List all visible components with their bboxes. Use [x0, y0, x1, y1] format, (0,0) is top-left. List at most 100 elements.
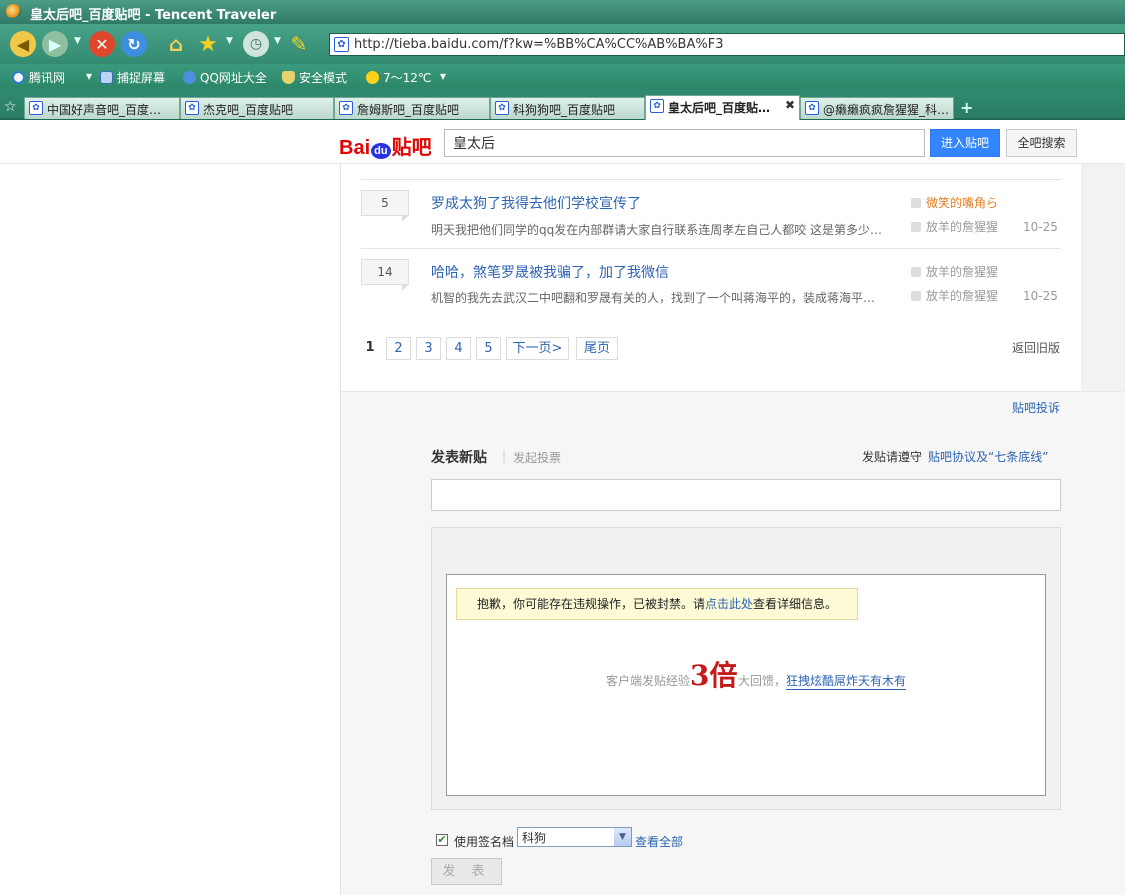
favorites-star-icon[interactable]: ★: [195, 31, 221, 57]
promo-link[interactable]: 狂拽炫酷屌炸天有木有: [786, 672, 907, 690]
signature-select[interactable]: 科狗 ▼: [517, 827, 632, 847]
browser-toolbar: ◀ ▶ ▼ ✕ ↻ ⌂ ★ ▼ ◷ ▼ ✎ ✿ http://tieba.bai…: [0, 24, 1125, 64]
tab-favicon-icon: ✿: [29, 101, 43, 115]
home-icon[interactable]: ⌂: [163, 31, 189, 57]
next-page-link[interactable]: 下一页>: [506, 337, 569, 360]
promo-text-tail: 大回馈，: [738, 674, 787, 688]
thread-abstract: 明天我把他们同学的qq发在内部群请大家自行联系连周孝左自己人都咬 这是第多少…: [431, 223, 883, 237]
rules-label: 发贴请遵守: [862, 450, 923, 464]
history-clock-dropdown-icon[interactable]: ▼: [274, 36, 281, 46]
tab-zhongguo-haoshengyin[interactable]: ✿ 中国好声音吧_百度…: [24, 97, 180, 119]
app-logo-icon: [6, 4, 21, 19]
tab-zhanxingxing[interactable]: ✿ @癞癞疯疯詹猩猩_科…: [800, 97, 954, 119]
tab-list-star-icon[interactable]: ☆: [4, 99, 17, 115]
fav-safe-mode[interactable]: 安全模式: [282, 69, 347, 86]
last-reply-name: 放羊的詹猩猩: [926, 289, 999, 303]
weather-dropdown-icon[interactable]: ▾: [440, 69, 446, 83]
new-tab-plus-icon[interactable]: +: [960, 98, 973, 117]
signature-checkbox[interactable]: ✔: [436, 834, 448, 846]
tab-favicon-icon: ✿: [650, 99, 664, 113]
fav-dropdown-icon[interactable]: ▾: [86, 69, 92, 83]
page-link-3[interactable]: 3: [416, 337, 441, 360]
fav-screenshot[interactable]: 捕捉屏幕: [100, 69, 165, 86]
view-all-signatures-link[interactable]: 查看全部: [635, 833, 683, 850]
rules-link[interactable]: 贴吧协议及“七条底线”: [928, 448, 1048, 465]
address-url: http://tieba.baidu.com/f?kw=%BB%CA%CC%AB…: [354, 37, 724, 52]
tab-kegougou[interactable]: ✿ 科狗狗吧_百度贴吧: [490, 97, 645, 119]
old-version-link[interactable]: 返回旧版: [1012, 339, 1060, 356]
tieba-header: Baidu贴吧 进入贴吧 全吧搜索: [0, 122, 1125, 164]
complaint-link[interactable]: 贴吧投诉: [1012, 399, 1060, 416]
fav-qq-directory[interactable]: QQ网址大全: [183, 69, 267, 86]
history-dropdown-icon[interactable]: ▼: [74, 36, 81, 46]
thread-author[interactable]: 放羊的詹猩猩: [911, 263, 998, 280]
enter-tieba-button[interactable]: 进入贴吧: [930, 129, 1000, 157]
window-title: 皇太后吧_百度贴吧 - Tencent Traveler: [30, 8, 277, 23]
fav-label: 捕捉屏幕: [117, 71, 166, 85]
qq-search-icon: [183, 71, 196, 84]
favorites-dropdown-icon[interactable]: ▼: [226, 36, 233, 46]
tab-favicon-icon: ✿: [805, 101, 819, 115]
fav-weather[interactable]: 7～12℃: [366, 69, 431, 86]
refresh-icon[interactable]: ↻: [121, 31, 147, 57]
thread-title-link[interactable]: 哈哈，煞笔罗晟被我骗了，加了我微信: [431, 262, 669, 282]
user-icon: [911, 198, 921, 208]
tab-favicon-icon: ✿: [185, 101, 199, 115]
thread-author[interactable]: 微笑的嘴角ら: [911, 194, 998, 211]
thread-date: 10-25: [1023, 220, 1058, 234]
ban-detail-link[interactable]: 点击此处: [705, 597, 753, 611]
last-page-link[interactable]: 尾页: [576, 337, 618, 360]
last-reply-user[interactable]: 放羊的詹猩猩: [911, 287, 998, 304]
site-favicon-icon: ✿: [334, 37, 349, 52]
author-name: 放羊的詹猩猩: [926, 265, 999, 279]
submit-post-button[interactable]: 发 表: [431, 858, 502, 885]
logo-du: du: [371, 143, 391, 159]
last-reply-user[interactable]: 放羊的詹猩猩: [911, 218, 998, 235]
thread-title-link[interactable]: 罗成太狗了我得去他们学校宣传了: [431, 193, 641, 213]
tab-label: 中国好声音吧_百度…: [47, 103, 162, 117]
comment-icon: [911, 222, 921, 232]
tab-favicon-icon: ✿: [495, 101, 509, 115]
promo-text: 客户端发贴经验: [606, 674, 691, 688]
tab-huangtaihou[interactable]: ✿ 皇太后吧_百度贴… ✖: [645, 95, 800, 120]
global-search-button[interactable]: 全吧搜索: [1006, 129, 1077, 157]
back-arrow-icon[interactable]: ◀: [10, 31, 36, 57]
post-title-input[interactable]: [431, 479, 1061, 511]
tab-zhanmusi[interactable]: ✿ 詹姆斯吧_百度贴吧: [334, 97, 490, 119]
tab-close-icon[interactable]: ✖: [785, 98, 795, 112]
fav-label: 安全模式: [299, 71, 348, 85]
promo-multiplier: 3倍: [690, 659, 738, 692]
heading-separator: |: [502, 449, 507, 463]
chevron-down-icon: ▼: [614, 828, 631, 846]
baidu-tieba-logo[interactable]: Bai du 贴吧: [339, 131, 432, 160]
reply-count-badge: 14: [361, 259, 409, 291]
fav-label: QQ网址大全: [200, 71, 267, 85]
thread-abstract: 机智的我先去武汉二中吧翻和罗晟有关的人，找到了一个叫蒋海平的，装成蒋海平…: [431, 291, 876, 305]
screenshot-icon: [100, 71, 113, 84]
fav-tencent[interactable]: 腾讯网: [12, 69, 65, 86]
tieba-search-input[interactable]: [444, 129, 925, 157]
stop-icon[interactable]: ✕: [89, 31, 115, 57]
tab-label: 皇太后吧_百度贴…: [668, 101, 771, 115]
user-icon: [911, 267, 921, 277]
start-vote-link[interactable]: 发起投票: [513, 449, 561, 466]
divider: [361, 179, 1061, 180]
signature-value: 科狗: [522, 831, 547, 845]
clean-broom-icon[interactable]: ✎: [286, 31, 312, 57]
tab-label: 杰克吧_百度贴吧: [203, 103, 294, 117]
history-clock-icon[interactable]: ◷: [243, 31, 269, 57]
tencent-icon: [12, 71, 25, 84]
page-link-4[interactable]: 4: [446, 337, 471, 360]
page-link-2[interactable]: 2: [386, 337, 411, 360]
tab-jieke[interactable]: ✿ 杰克吧_百度贴吧: [180, 97, 334, 119]
divider: [361, 248, 1061, 249]
sun-icon: [366, 71, 379, 84]
page-current: 1: [365, 340, 375, 355]
ban-text-tail: 查看详细信息。: [753, 597, 838, 611]
forward-arrow-icon[interactable]: ▶: [42, 31, 68, 57]
page-link-5[interactable]: 5: [476, 337, 501, 360]
tab-label: 科狗狗吧_百度贴吧: [513, 103, 616, 117]
fav-label: 7～12℃: [383, 71, 432, 85]
address-bar[interactable]: ✿ http://tieba.baidu.com/f?kw=%BB%CA%CC%…: [329, 33, 1125, 56]
post-heading: 发表新贴: [431, 450, 487, 466]
